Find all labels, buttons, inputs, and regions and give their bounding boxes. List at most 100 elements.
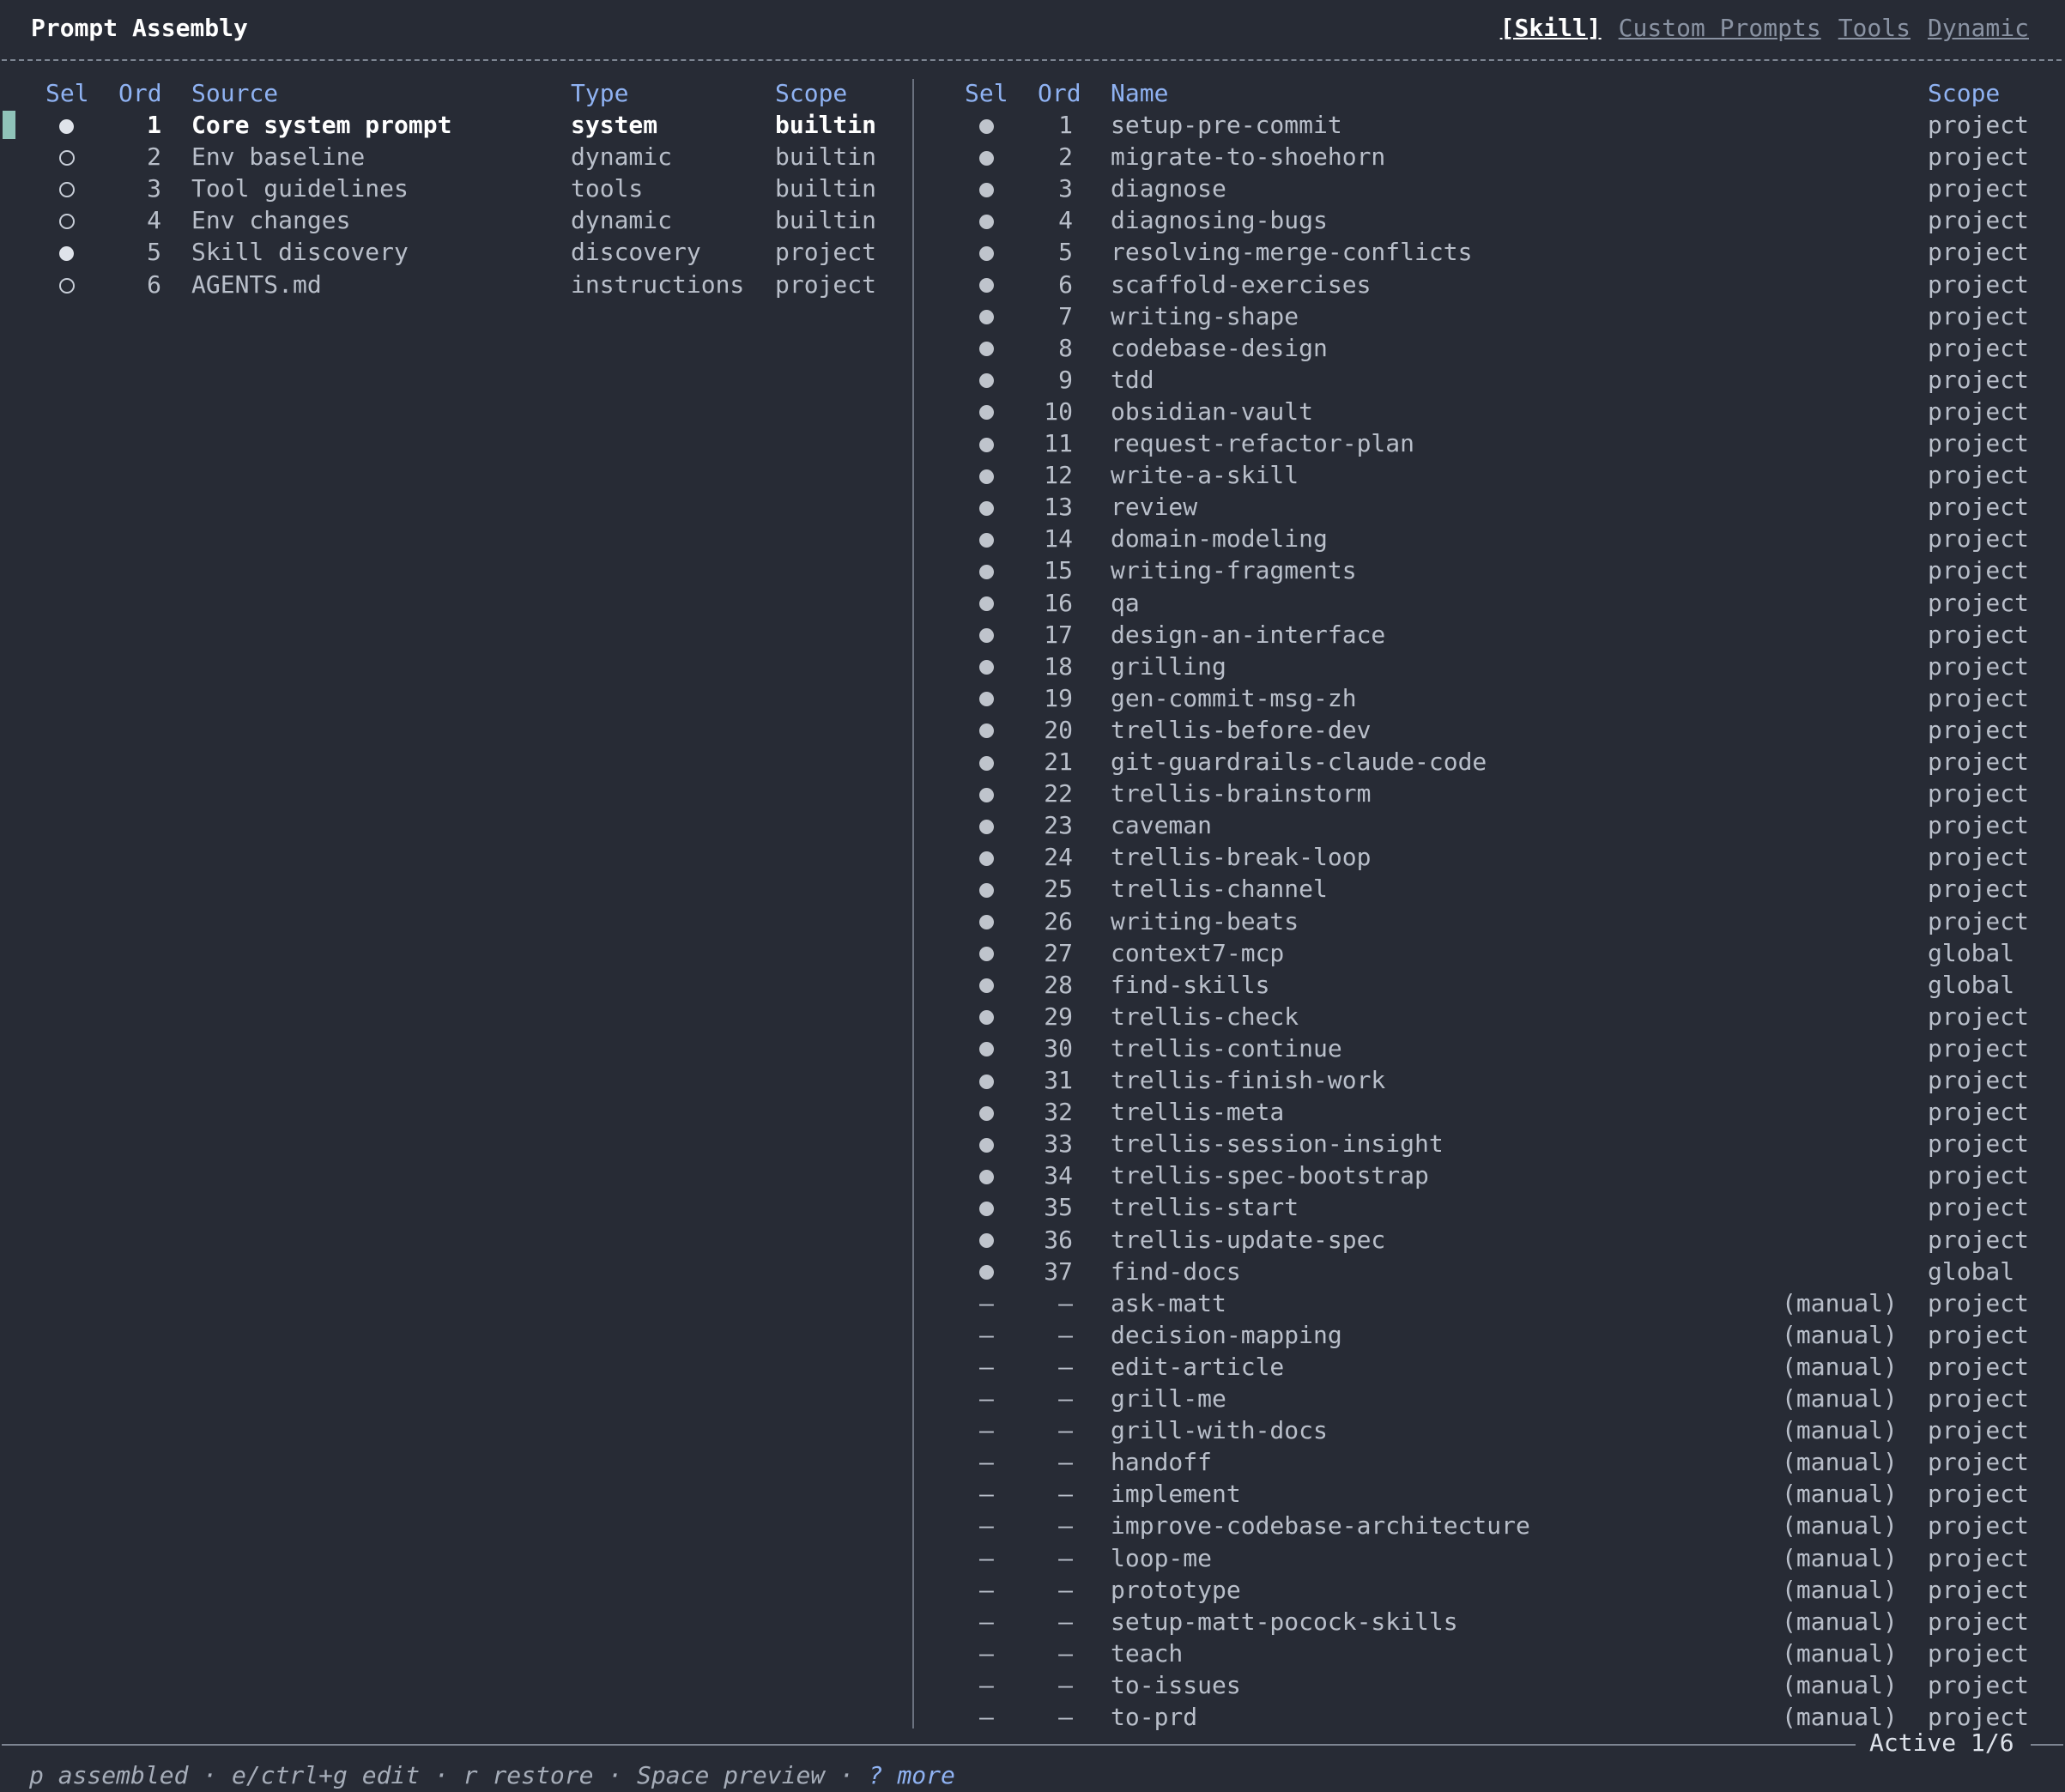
skill-row[interactable]: – – prototype (manual) project xyxy=(914,1574,2065,1606)
skill-row[interactable]: 1 setup-pre-commit project xyxy=(914,109,2065,141)
sel-cell[interactable]: – xyxy=(979,1669,994,1701)
tab-skill[interactable]: [Skill] xyxy=(1500,14,1602,42)
source-row[interactable]: 6 AGENTS.md instructions project xyxy=(0,269,910,300)
sel-cell[interactable]: – xyxy=(979,1478,994,1510)
sel-cell[interactable] xyxy=(979,173,994,204)
sel-cell[interactable] xyxy=(979,714,994,746)
tab-tools[interactable]: Tools xyxy=(1838,14,1911,42)
sel-cell[interactable] xyxy=(979,619,994,651)
skill-row[interactable]: 6 scaffold-exercises project xyxy=(914,269,2065,300)
skill-row[interactable]: 35 trellis-start project xyxy=(914,1191,2065,1223)
sel-cell[interactable] xyxy=(979,1001,994,1032)
sel-cell[interactable]: – xyxy=(979,1606,994,1638)
skill-row[interactable]: 36 trellis-update-spec project xyxy=(914,1224,2065,1256)
skill-row[interactable]: – – ask-matt (manual) project xyxy=(914,1287,2065,1319)
tab-dynamic[interactable]: Dynamic xyxy=(1928,14,2029,42)
help-hint[interactable]: ? more xyxy=(869,1761,955,1789)
sel-cell[interactable] xyxy=(979,300,994,332)
sel-cell[interactable] xyxy=(979,1159,994,1191)
sel-cell[interactable] xyxy=(979,204,994,236)
source-row[interactable]: 4 Env changes dynamic builtin xyxy=(0,204,910,236)
sel-cell[interactable]: – xyxy=(979,1542,994,1574)
skill-row[interactable]: – – grill-with-docs (manual) project xyxy=(914,1414,2065,1446)
sel-cell[interactable] xyxy=(979,332,994,364)
sel-cell[interactable]: – xyxy=(979,1446,994,1478)
source-row[interactable]: 5 Skill discovery discovery project xyxy=(0,236,910,268)
sel-cell[interactable] xyxy=(59,173,75,204)
skill-row[interactable]: 22 trellis-brainstorm project xyxy=(914,778,2065,809)
source-row[interactable]: 3 Tool guidelines tools builtin xyxy=(0,173,910,204)
sel-cell[interactable] xyxy=(979,778,994,809)
skill-row[interactable]: 7 writing-shape project xyxy=(914,300,2065,332)
sel-cell[interactable]: – xyxy=(979,1319,994,1351)
sel-cell[interactable] xyxy=(979,1096,994,1128)
skill-row[interactable]: 12 write-a-skill project xyxy=(914,459,2065,491)
skill-row[interactable]: 15 writing-fragments project xyxy=(914,554,2065,586)
sel-cell[interactable] xyxy=(979,873,994,905)
skill-row[interactable]: 37 find-docs global xyxy=(914,1256,2065,1287)
skill-row[interactable]: 23 caveman project xyxy=(914,809,2065,841)
source-row[interactable]: 2 Env baseline dynamic builtin xyxy=(0,141,910,173)
skill-row[interactable]: – – decision-mapping (manual) project xyxy=(914,1319,2065,1351)
skill-row[interactable]: – – handoff (manual) project xyxy=(914,1446,2065,1478)
sel-cell[interactable] xyxy=(979,1032,994,1064)
skill-row[interactable]: 32 trellis-meta project xyxy=(914,1096,2065,1128)
sel-cell[interactable] xyxy=(979,269,994,300)
sel-cell[interactable] xyxy=(979,1224,994,1256)
skill-row[interactable]: 5 resolving-merge-conflicts project xyxy=(914,236,2065,268)
skill-row[interactable]: 3 diagnose project xyxy=(914,173,2065,204)
skill-row[interactable]: 25 trellis-channel project xyxy=(914,873,2065,905)
skill-row[interactable]: – – setup-matt-pocock-skills (manual) projec… xyxy=(914,1606,2065,1638)
sel-cell[interactable] xyxy=(59,141,75,173)
sel-cell[interactable] xyxy=(979,523,994,554)
sel-cell[interactable] xyxy=(59,236,74,268)
sel-cell[interactable] xyxy=(979,937,994,969)
sel-cell[interactable]: – xyxy=(979,1351,994,1383)
sel-cell[interactable]: – xyxy=(979,1574,994,1606)
sel-cell[interactable] xyxy=(979,587,994,619)
sel-cell[interactable] xyxy=(979,236,994,268)
skill-row[interactable]: – – teach (manual) project xyxy=(914,1638,2065,1669)
skill-row[interactable]: – – improve-codebase-architecture (manual) p… xyxy=(914,1510,2065,1541)
skill-row[interactable]: 19 gen-commit-msg-zh project xyxy=(914,682,2065,714)
skill-row[interactable]: 31 trellis-finish-work project xyxy=(914,1064,2065,1096)
sel-cell[interactable]: – xyxy=(979,1510,994,1541)
skill-row[interactable]: 33 trellis-session-insight project xyxy=(914,1128,2065,1159)
sel-cell[interactable] xyxy=(59,204,75,236)
skill-row[interactable]: 20 trellis-before-dev project xyxy=(914,714,2065,746)
sel-cell[interactable] xyxy=(979,491,994,523)
sel-cell[interactable] xyxy=(979,554,994,586)
sel-cell[interactable]: – xyxy=(979,1701,994,1733)
tab-custom-prompts[interactable]: Custom Prompts xyxy=(1619,14,1821,42)
skill-row[interactable]: 27 context7-mcp global xyxy=(914,937,2065,969)
skill-row[interactable]: 17 design-an-interface project xyxy=(914,619,2065,651)
source-row[interactable]: 1 Core system prompt system builtin xyxy=(0,109,910,141)
sel-cell[interactable] xyxy=(979,1256,994,1287)
skill-row[interactable]: – – grill-me (manual) project xyxy=(914,1383,2065,1414)
sel-cell[interactable]: – xyxy=(979,1414,994,1446)
sel-cell[interactable] xyxy=(979,746,994,778)
skill-row[interactable]: 2 migrate-to-shoehorn project xyxy=(914,141,2065,173)
sel-cell[interactable] xyxy=(979,1064,994,1096)
skill-row[interactable]: 14 domain-modeling project xyxy=(914,523,2065,554)
skill-row[interactable]: 30 trellis-continue project xyxy=(914,1032,2065,1064)
sel-cell[interactable] xyxy=(979,841,994,873)
sel-cell[interactable] xyxy=(979,427,994,459)
skill-row[interactable]: 28 find-skills global xyxy=(914,969,2065,1001)
skill-row[interactable]: 24 trellis-break-loop project xyxy=(914,841,2065,873)
sel-cell[interactable] xyxy=(979,1191,994,1223)
sel-cell[interactable]: – xyxy=(979,1287,994,1319)
sel-cell[interactable] xyxy=(979,969,994,1001)
sel-cell[interactable] xyxy=(979,109,994,141)
sel-cell[interactable]: – xyxy=(979,1383,994,1414)
skill-row[interactable]: – – loop-me (manual) project xyxy=(914,1542,2065,1574)
skill-row[interactable]: 29 trellis-check project xyxy=(914,1001,2065,1032)
sel-cell[interactable] xyxy=(979,141,994,173)
sel-cell[interactable] xyxy=(979,905,994,937)
skill-row[interactable]: 21 git-guardrails-claude-code project xyxy=(914,746,2065,778)
sel-cell[interactable] xyxy=(979,459,994,491)
skill-row[interactable]: – – edit-article (manual) project xyxy=(914,1351,2065,1383)
sel-cell[interactable] xyxy=(979,651,994,682)
sel-cell[interactable] xyxy=(59,109,74,141)
skill-row[interactable]: 11 request-refactor-plan project xyxy=(914,427,2065,459)
